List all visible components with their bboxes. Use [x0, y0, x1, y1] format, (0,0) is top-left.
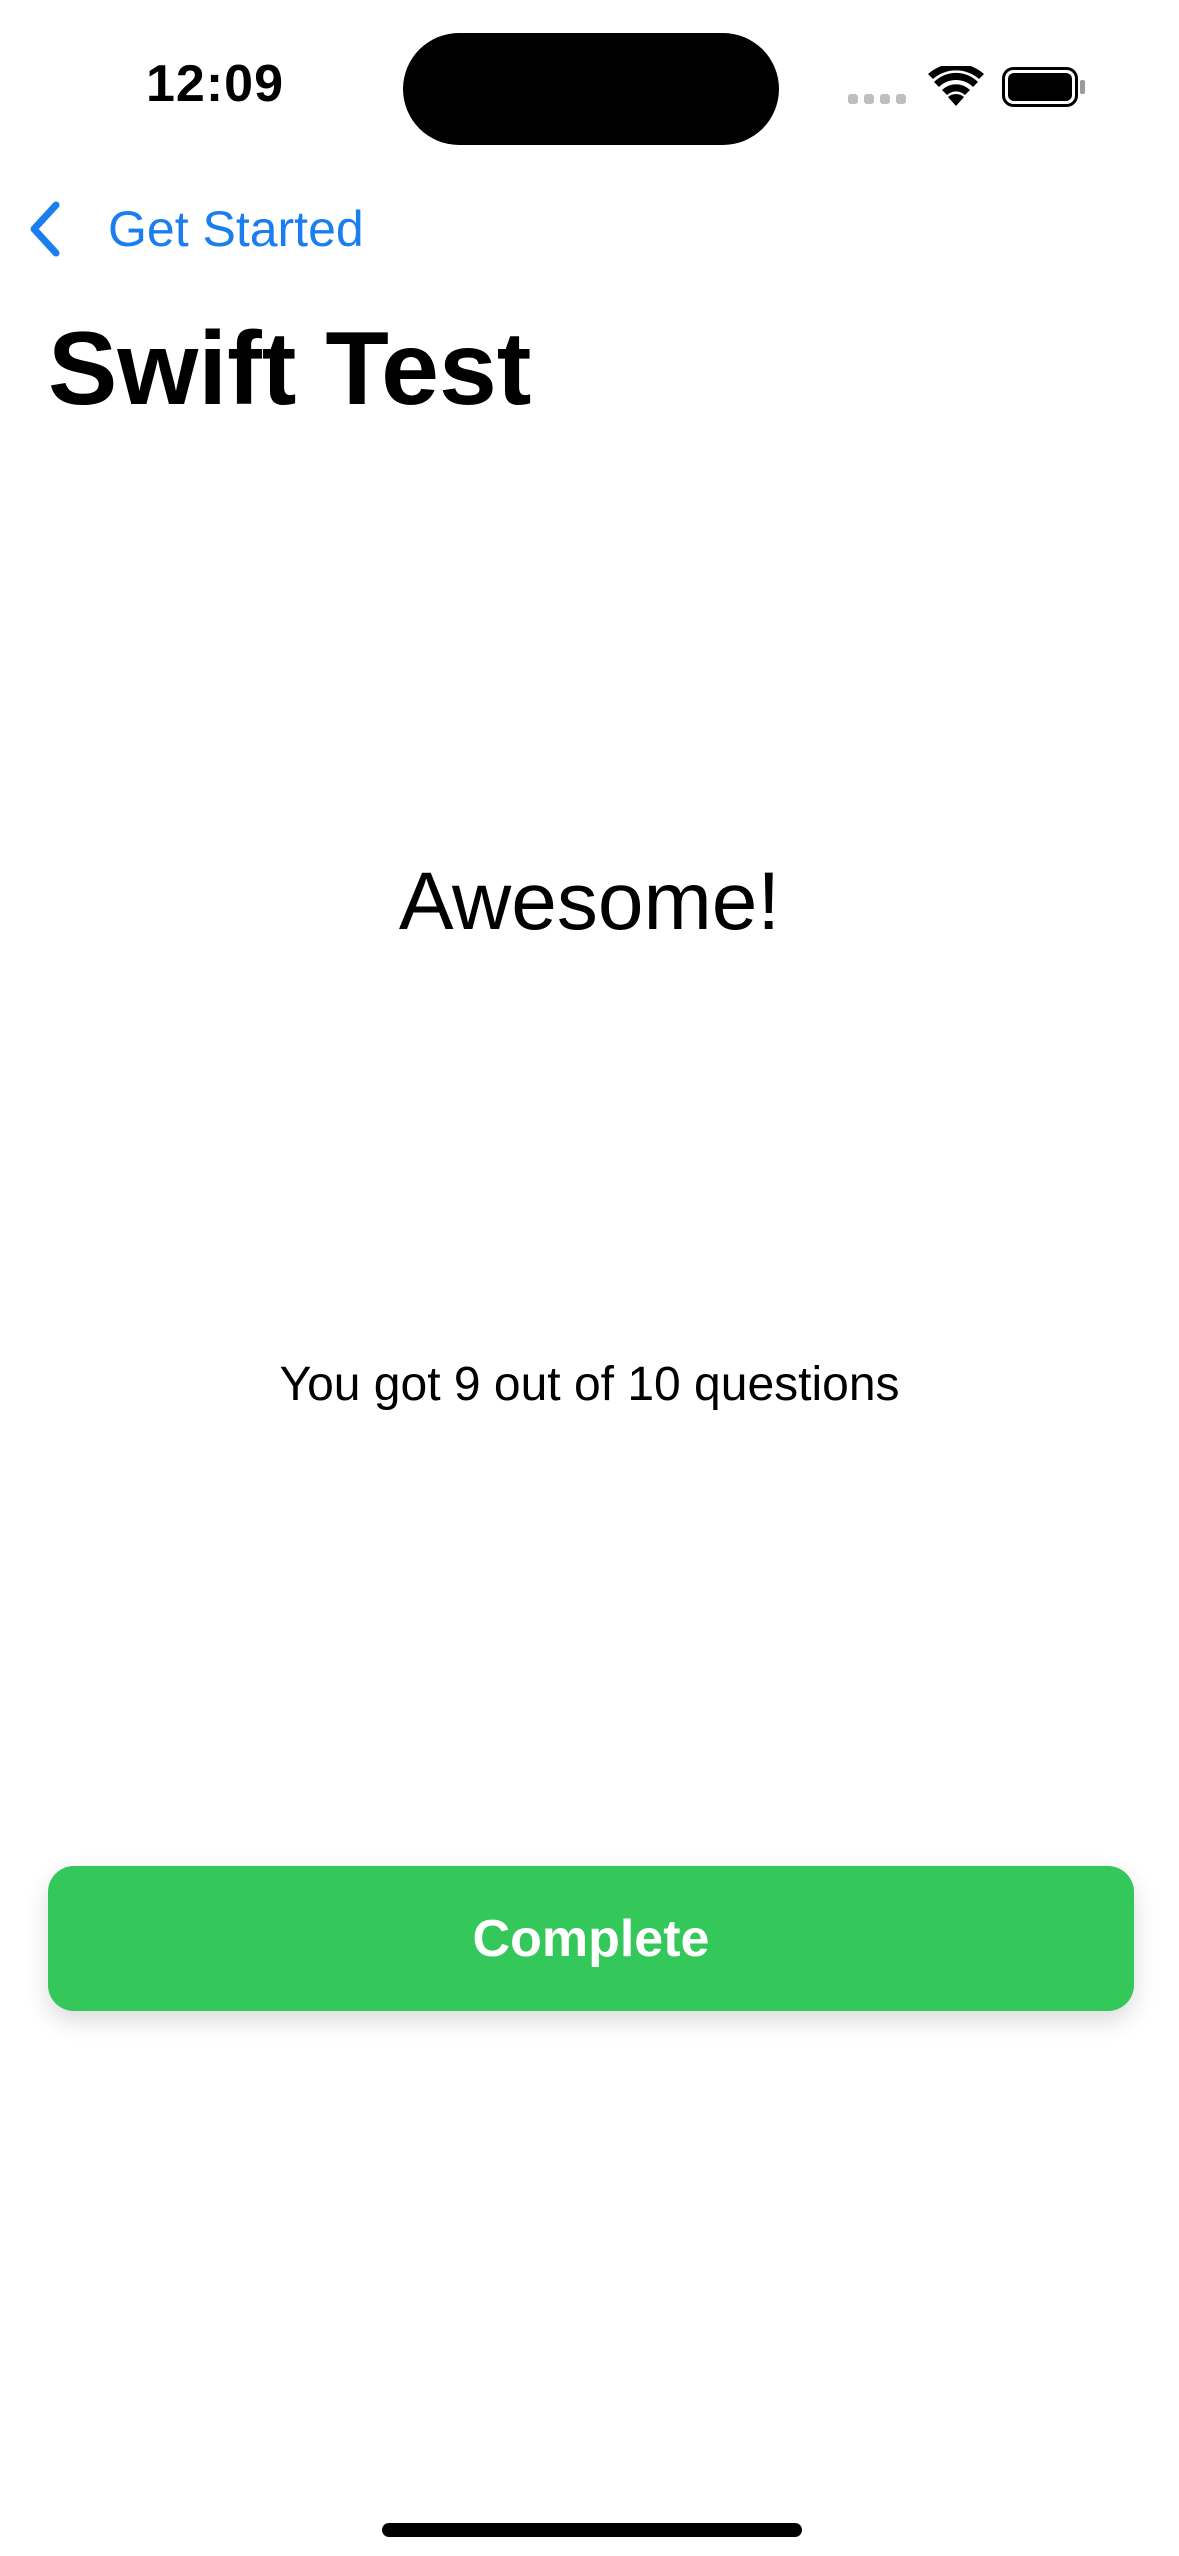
home-indicator[interactable]	[382, 2523, 802, 2537]
back-button-label: Get Started	[108, 201, 364, 257]
battery-icon	[1002, 67, 1086, 112]
score-text: You got 9 out of 10 questions	[279, 1358, 900, 1411]
status-time: 12:09	[146, 55, 284, 113]
result-headline: Awesome!	[398, 856, 781, 947]
page-title: Swift Test	[48, 311, 532, 427]
back-button[interactable]: Get Started	[24, 194, 364, 264]
cellular-signal-icon	[848, 94, 906, 104]
dynamic-island	[403, 33, 779, 145]
chevron-left-icon	[24, 197, 68, 261]
complete-button[interactable]: Complete	[48, 1866, 1134, 2011]
wifi-icon	[928, 63, 984, 113]
status-bar: 12:09	[0, 0, 1179, 160]
